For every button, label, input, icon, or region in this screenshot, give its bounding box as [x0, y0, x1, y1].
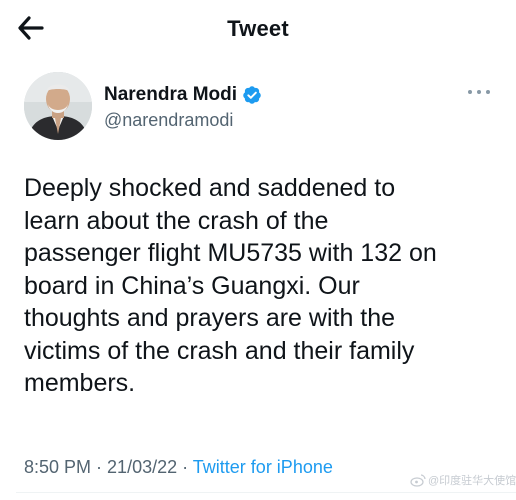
more-options-button[interactable]	[466, 82, 492, 102]
watermark: @印度驻华大使馆	[410, 472, 516, 488]
verified-badge-icon	[242, 85, 262, 105]
page-title: Tweet	[227, 16, 289, 41]
avatar[interactable]	[24, 72, 92, 140]
tweet-date[interactable]: 21/03/22	[107, 457, 177, 477]
watermark-text: @印度驻华大使馆	[428, 475, 516, 487]
top-bar: Tweet	[0, 0, 516, 56]
tweet-author: Narendra Modi @narendramodi	[24, 72, 492, 142]
more-horizontal-icon	[468, 90, 490, 94]
meta-separator: ·	[177, 457, 193, 477]
weibo-icon	[410, 473, 426, 487]
tweet-time[interactable]: 8:50 PM	[24, 457, 91, 477]
name-line: Narendra Modi	[104, 84, 262, 106]
tweet-text: Deeply shocked and saddened to learn abo…	[24, 174, 437, 397]
tweet-source-link[interactable]: Twitter for iPhone	[193, 457, 333, 477]
meta-separator: ·	[91, 457, 108, 477]
divider	[16, 492, 516, 493]
author-name[interactable]: Narendra Modi	[104, 84, 237, 106]
tweet-metadata: 8:50 PM · 21/03/22 · Twitter for iPhone	[24, 457, 333, 478]
author-handle[interactable]: @narendramodi	[104, 110, 233, 131]
